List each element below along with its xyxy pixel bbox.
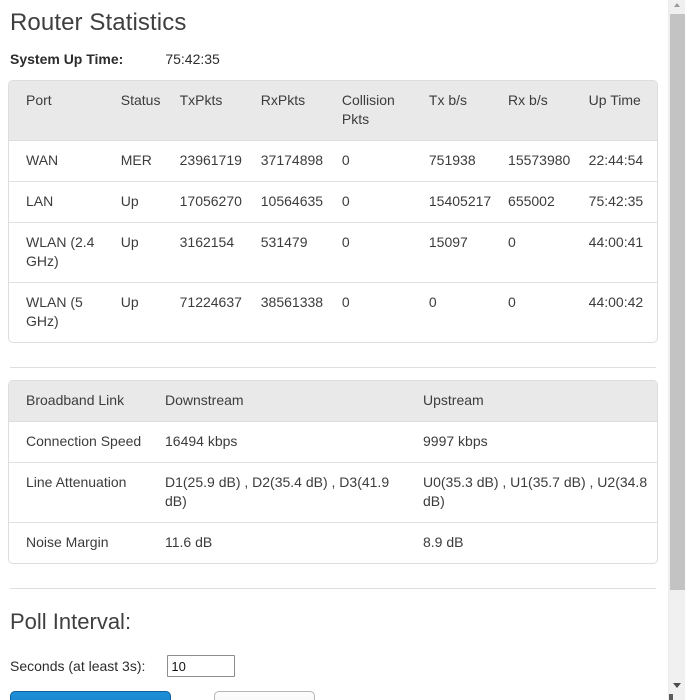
cell-collision-pkts: 0 [335,282,423,342]
cell-port: LAN [9,181,115,223]
stop-button[interactable]: Stop [214,691,315,700]
cell-rx-bps: 15573980 [502,140,583,182]
cell-txpkts: 23961719 [173,140,255,182]
column-header-status: Status [114,81,174,141]
port-statistics-table: Port Status TxPkts RxPkts Collision Pkts… [8,80,658,343]
cell-port: WLAN (2.4 GHz) [9,222,115,283]
cell-metric-label: Connection Speed [9,421,159,463]
system-uptime-value: 75:42:35 [165,51,220,67]
table-row: Noise Margin 11.6 dB 8.9 dB [9,522,657,563]
table-row: LAN Up 17056270 10564635 0 15405217 6550… [9,181,657,223]
seconds-input[interactable] [167,655,236,677]
poll-interval-form-row: Seconds (at least 3s): [10,655,658,677]
cell-rx-bps: 655002 [502,181,583,223]
vertical-scrollbar[interactable] [668,0,685,700]
cell-status: MER [114,140,174,182]
cell-txpkts: 3162154 [173,222,255,283]
column-header-broadband-link: Broadband Link [9,381,159,422]
scroll-up-arrow-icon[interactable] [674,3,680,7]
cell-rxpkts: 37174898 [254,140,336,182]
cell-rxpkts: 531479 [254,222,336,283]
cell-rxpkts: 38561338 [254,282,336,342]
column-header-downstream: Downstream [159,381,417,422]
column-header-rx-bps: Rx b/s [502,81,583,141]
cell-metric-label: Line Attenuation [9,462,159,523]
column-header-up-time: Up Time [582,81,657,141]
column-header-port: Port [9,81,115,141]
cell-status: Up [114,181,174,223]
column-header-txpkts: TxPkts [173,81,255,141]
system-uptime: System Up Time: 75:42:35 [10,50,658,68]
poll-interval-title: Poll Interval: [10,609,132,634]
seconds-label: Seconds (at least 3s): [10,658,146,674]
cell-metric-label: Noise Margin [9,522,159,563]
cell-txpkts: 17056270 [173,181,255,223]
cell-tx-bps: 0 [422,282,503,342]
cell-collision-pkts: 0 [335,140,423,182]
table-header-row: Port Status TxPkts RxPkts Collision Pkts… [9,81,657,141]
page-title: Router Statistics [10,9,187,36]
cell-rxpkts: 10564635 [254,181,336,223]
page-content: Router Statistics System Up Time: 75:42:3… [0,0,668,700]
table-row: WLAN (2.4 GHz) Up 3162154 531479 0 15097… [9,222,657,283]
set-interval-button[interactable]: Set Interval [10,691,171,700]
cell-downstream: 16494 kbps [159,421,417,463]
column-header-rxpkts: RxPkts [254,81,336,141]
scrollbar-thumb[interactable] [670,14,685,590]
cell-upstream: 8.9 dB [417,522,657,563]
cell-tx-bps: 751938 [422,140,503,182]
table-row: Line Attenuation D1(25.9 dB) , D2(35.4 d… [9,462,657,523]
cell-rx-bps: 0 [502,282,583,342]
cell-up-time: 22:44:54 [582,140,657,182]
cell-up-time: 44:00:42 [582,282,657,342]
cell-txpkts: 71224637 [173,282,255,342]
cell-tx-bps: 15097 [422,222,503,283]
cell-downstream: 11.6 dB [159,522,417,563]
cell-status: Up [114,222,174,283]
cell-port: WAN [9,140,115,182]
column-header-collision-pkts: Collision Pkts [335,81,423,141]
cell-collision-pkts: 0 [335,222,423,283]
poll-interval-buttons: Set Interval Stop [10,691,658,700]
column-header-upstream: Upstream [417,381,657,422]
cell-upstream: U0(35.3 dB) , U1(35.7 dB) , U2(34.8 dB) [417,462,657,523]
table-row: WAN MER 23961719 37174898 0 751938 15573… [9,140,657,182]
broadband-link-table: Broadband Link Downstream Upstream Conne… [8,380,658,564]
cell-up-time: 75:42:35 [582,181,657,223]
cell-collision-pkts: 0 [335,181,423,223]
cell-tx-bps: 15405217 [422,181,503,223]
cell-status: Up [114,282,174,342]
scrollbar-corner [669,694,673,700]
cell-upstream: 9997 kbps [417,421,657,463]
cell-downstream: D1(25.9 dB) , D2(35.4 dB) , D3(41.9 dB) [159,462,417,523]
table-row: WLAN (5 GHz) Up 71224637 38561338 0 0 0 … [9,282,657,342]
table-row: Connection Speed 16494 kbps 9997 kbps [9,421,657,463]
section-divider [10,367,656,368]
cell-rx-bps: 0 [502,222,583,283]
system-uptime-label: System Up Time: [10,51,124,67]
column-header-tx-bps: Tx b/s [422,81,503,141]
table-header-row: Broadband Link Downstream Upstream [9,381,657,422]
scroll-down-arrow-icon[interactable] [673,683,681,688]
cell-port: WLAN (5 GHz) [9,282,115,342]
cell-up-time: 44:00:41 [582,222,657,283]
